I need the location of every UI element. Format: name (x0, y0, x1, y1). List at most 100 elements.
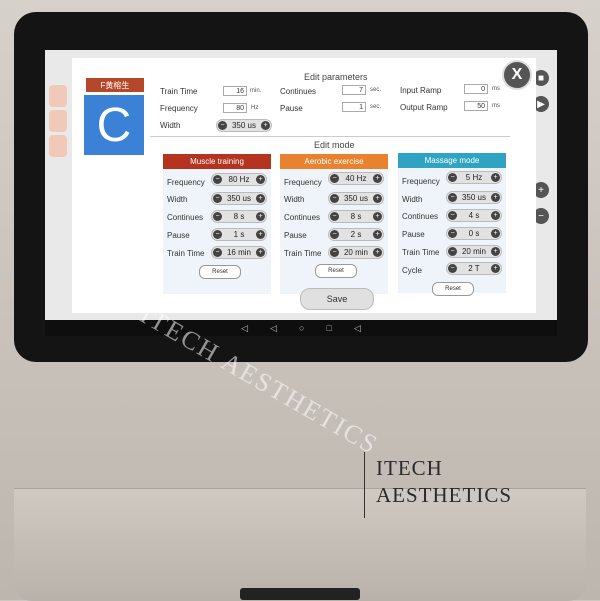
row-value: 20 min (461, 247, 486, 256)
back-icon[interactable]: ◁ (270, 323, 277, 334)
increment-icon[interactable]: + (373, 194, 382, 203)
brand-line-2: AESTHETICS (376, 483, 512, 507)
width-stepper[interactable]: −350 us + (328, 192, 384, 205)
increment-icon[interactable]: + (256, 230, 265, 239)
frequency-stepper[interactable]: −80 Hz + (211, 173, 267, 186)
edit-mode-heading: Edit mode (314, 140, 355, 150)
massage-mode-header: Massage mode (398, 153, 506, 168)
row-label: Pause (402, 230, 425, 239)
decrement-icon[interactable]: − (448, 173, 457, 182)
train-time-stepper[interactable]: −16 min + (211, 246, 267, 259)
decrement-icon[interactable]: − (218, 121, 227, 130)
pause-input[interactable]: 1 (342, 102, 366, 112)
close-button[interactable]: X (502, 60, 532, 90)
increment-icon[interactable]: + (256, 194, 265, 203)
input-ramp-label: Input Ramp (400, 86, 442, 95)
pause-stepper[interactable]: − 1 s + (211, 228, 267, 241)
increment-icon[interactable]: + (491, 264, 500, 273)
muscle-training-header: Muscle training (163, 154, 271, 169)
row-label: Train Time (284, 249, 322, 258)
continues-stepper[interactable]: − 4 s + (446, 209, 502, 222)
reset-button[interactable]: Reset (315, 264, 357, 278)
width-label: Width (160, 121, 181, 130)
frequency-unit: Hz (251, 105, 259, 111)
continues-stepper[interactable]: − 8 s + (328, 210, 384, 223)
decrement-icon[interactable]: − (448, 229, 457, 238)
decrement-icon[interactable]: − (330, 194, 339, 203)
save-button[interactable]: Save (300, 288, 374, 310)
pause-unit: sec. (370, 104, 382, 110)
row-value: 20 min (343, 248, 368, 257)
increment-icon[interactable]: + (491, 173, 500, 182)
pause-stepper[interactable]: − 0 s + (446, 227, 502, 240)
decrement-icon[interactable]: − (213, 230, 222, 239)
row-label: Frequency (402, 177, 440, 186)
decrement-icon[interactable]: − (448, 211, 457, 220)
pause-stepper[interactable]: − 2 s + (328, 228, 384, 241)
row-value: 0 s (468, 229, 480, 238)
row-value: 5 Hz (465, 173, 483, 182)
continues-input[interactable]: 7 (342, 85, 366, 95)
mode-letter-badge: C (84, 95, 144, 155)
increment-icon[interactable]: + (373, 230, 382, 239)
row-label: Width (284, 195, 305, 204)
decrement-icon[interactable]: − (213, 194, 222, 203)
width-stepper[interactable]: − 350 us + (216, 119, 272, 132)
decrement-icon[interactable]: − (330, 230, 339, 239)
android-navbar: ◁ ◁ ○ □ ◁ (45, 320, 557, 336)
increment-icon[interactable]: + (256, 248, 265, 257)
row-value: 4 s (468, 211, 480, 220)
increment-icon[interactable]: + (373, 212, 382, 221)
input-ramp-input[interactable]: 0 (464, 84, 488, 94)
row-label: Continues (402, 212, 439, 221)
row-label: Pause (284, 231, 307, 240)
recents-icon[interactable]: □ (326, 323, 331, 333)
reset-button[interactable]: Reset (199, 265, 241, 279)
decrement-icon[interactable]: − (213, 248, 222, 257)
width-stepper[interactable]: −350 us + (211, 192, 267, 205)
reset-button[interactable]: Reset (432, 282, 474, 296)
volume-down-icon[interactable]: ◁ (241, 323, 248, 334)
home-icon[interactable]: ○ (299, 323, 304, 333)
increment-icon[interactable]: + (491, 229, 500, 238)
increment-icon[interactable]: + (256, 175, 265, 184)
row-label: Continues (167, 213, 204, 222)
increment-icon[interactable]: + (261, 121, 270, 130)
continues-stepper[interactable]: − 8 s + (211, 210, 267, 223)
increment-icon[interactable]: + (491, 247, 500, 256)
edit-parameters-heading: Edit parameters (304, 72, 368, 82)
frequency-stepper[interactable]: −5 Hz + (446, 171, 502, 184)
increment-icon[interactable]: + (373, 174, 382, 183)
increment-icon[interactable]: + (373, 248, 382, 257)
aerobic-exercise-header: Aerobic exercise (280, 154, 388, 169)
decrement-icon[interactable]: − (330, 248, 339, 257)
frequency-stepper[interactable]: −40 Hz + (328, 172, 384, 185)
output-ramp-input[interactable]: 50 (464, 101, 488, 111)
decrement-icon[interactable]: − (448, 264, 457, 273)
decrement-icon[interactable]: − (448, 193, 457, 202)
decrement-icon[interactable]: − (213, 212, 222, 221)
width-stepper[interactable]: −350 us + (446, 191, 502, 204)
row-label: Width (167, 195, 188, 204)
pause-label: Pause (280, 104, 303, 113)
frequency-input[interactable]: 80 (223, 103, 247, 113)
continues-unit: sec. (370, 87, 382, 93)
decrement-icon[interactable]: − (330, 174, 339, 183)
train-time-unit: min. (250, 88, 262, 94)
cycle-stepper[interactable]: − 2 T + (446, 262, 502, 275)
row-value: 2 s (350, 230, 362, 239)
decrement-icon[interactable]: − (330, 212, 339, 221)
decrement-icon[interactable]: − (448, 247, 457, 256)
continues-label: Continues (280, 87, 317, 96)
increment-icon[interactable]: + (491, 211, 500, 220)
row-value: 8 s (233, 212, 245, 221)
volume-up-icon[interactable]: ◁ (354, 323, 361, 334)
train-time-stepper[interactable]: −20 min + (446, 245, 502, 258)
increment-icon[interactable]: + (256, 212, 265, 221)
train-time-stepper[interactable]: −20 min + (328, 246, 384, 259)
section-divider (150, 136, 510, 137)
decrement-icon[interactable]: − (213, 175, 222, 184)
device-body: ■ ▶ + − ◁ ◁ ○ □ ◁ X F黄榕生 C Edit paramete… (0, 0, 600, 601)
increment-icon[interactable]: + (491, 193, 500, 202)
train-time-input[interactable]: 16 (223, 86, 247, 96)
